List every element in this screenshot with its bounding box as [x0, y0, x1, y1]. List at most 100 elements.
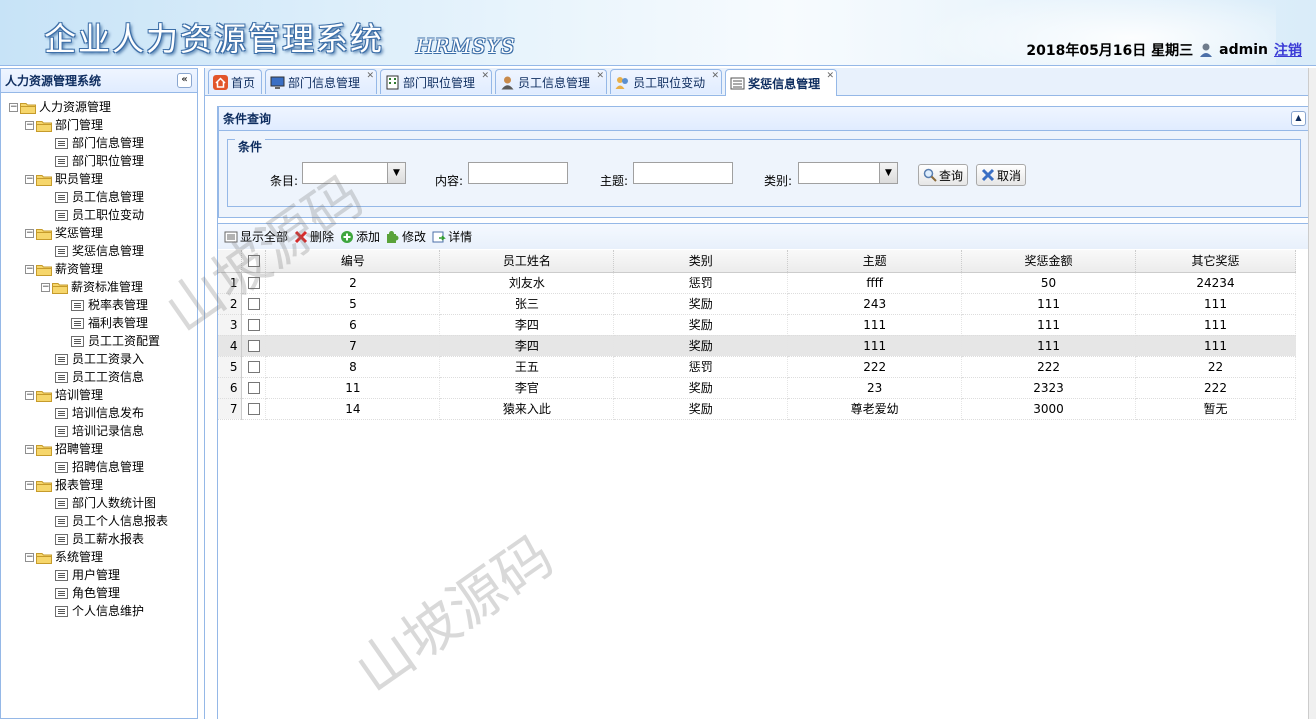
nav-tree-item[interactable]: 个人信息维护 [1, 602, 197, 620]
nav-tree-item[interactable]: − 报表管理 [1, 476, 197, 494]
nav-tree-item[interactable]: − 薪资标准管理 [1, 278, 197, 296]
condition-fieldset: 条件 条目: ▼ 内容: 主题: 类别: ▼ 查询 取消 [227, 138, 1301, 207]
nav-tree-item[interactable]: 部门人数统计图 [1, 494, 197, 512]
table-row[interactable]: 6 11 李官 奖励 23 2323 222 [218, 377, 1296, 399]
column-header[interactable]: 员工姓名 [439, 250, 615, 273]
content-input[interactable] [468, 162, 568, 184]
nav-tree-item[interactable]: − 系统管理 [1, 548, 197, 566]
row-checkbox[interactable] [247, 361, 260, 373]
tab-close-icon[interactable]: ✕ [366, 71, 374, 81]
nav-tree-item[interactable]: − 奖惩管理 [1, 224, 197, 242]
table-cell: 王五 [439, 356, 615, 378]
nav-tree-item[interactable]: 员工工资信息 [1, 368, 197, 386]
table-row[interactable]: 1 2 刘友水 惩罚 ffff 50 24234 [218, 272, 1296, 294]
nav-tree-item[interactable]: 培训记录信息 [1, 422, 197, 440]
tab-close-icon[interactable]: ✕ [482, 71, 490, 81]
tab-close-icon[interactable]: ✕ [597, 71, 605, 81]
tree-expand-toggle[interactable]: − [25, 264, 34, 274]
nav-tree-item[interactable]: 员工个人信息报表 [1, 512, 197, 530]
row-checkbox[interactable] [247, 277, 260, 289]
nav-tree-item[interactable]: 招聘信息管理 [1, 458, 197, 476]
nav-tree-item[interactable]: 奖惩信息管理 [1, 242, 197, 260]
column-header[interactable]: 类别 [613, 250, 789, 273]
nav-tree-item[interactable]: − 职员管理 [1, 170, 197, 188]
detail-button[interactable]: 详情 [432, 228, 472, 245]
tree-expand-toggle[interactable]: − [25, 120, 34, 130]
subject-input[interactable] [633, 162, 733, 184]
tree-expand-toggle[interactable]: − [25, 228, 34, 238]
tree-expand-toggle[interactable]: − [9, 102, 18, 112]
nav-tree-item-label: 职员管理 [55, 172, 104, 186]
show-all-button[interactable]: 显示全部 [224, 228, 288, 245]
column-header[interactable]: 主题 [787, 250, 963, 273]
tab-item[interactable]: 部门信息管理 ✕ [265, 69, 378, 94]
column-header[interactable]: 编号 [265, 250, 441, 273]
collapse-query-button[interactable]: ▲ [1291, 111, 1306, 126]
vertical-scrollbar[interactable] [1308, 68, 1316, 719]
logout-link[interactable]: 注销 [1274, 40, 1302, 60]
nav-tree-item[interactable]: 税率表管理 [1, 296, 197, 314]
tree-expand-toggle[interactable]: − [25, 552, 34, 562]
item-select[interactable]: ▼ [302, 162, 406, 184]
tab-close-icon[interactable]: ✕ [712, 71, 720, 81]
nav-tree-item[interactable]: − 人力资源管理 [1, 98, 197, 116]
nav-tree-item[interactable]: 福利表管理 [1, 314, 197, 332]
search-button[interactable]: 查询 [918, 164, 969, 186]
row-select-cell [241, 293, 267, 315]
delete-button[interactable]: 删除 [294, 228, 334, 245]
row-checkbox[interactable] [247, 382, 260, 394]
nav-tree-item[interactable]: 培训信息发布 [1, 404, 197, 422]
cancel-button[interactable]: 取消 [976, 164, 1027, 186]
table-cell: 222 [787, 356, 963, 378]
type-select[interactable]: ▼ [798, 162, 898, 184]
tab-label: 员工职位变动 [633, 75, 706, 90]
row-checkbox[interactable] [247, 319, 260, 331]
tab-item[interactable]: 奖惩信息管理 ✕ [725, 69, 838, 96]
column-header[interactable]: 奖惩金额 [961, 250, 1137, 273]
nav-tree-item[interactable]: 用户管理 [1, 566, 197, 584]
tree-expand-toggle[interactable]: − [41, 282, 50, 292]
tree-expand-toggle[interactable]: − [25, 174, 34, 184]
subject-label: 主题: [600, 174, 629, 188]
add-button[interactable]: 添加 [340, 228, 380, 245]
select-all-checkbox[interactable] [247, 255, 260, 268]
tree-expand-toggle[interactable]: − [25, 480, 34, 490]
tab-item[interactable]: 员工信息管理 ✕ [495, 69, 608, 94]
tab-item[interactable]: 员工职位变动 ✕ [610, 69, 723, 94]
nav-tree-item-label: 部门职位管理 [72, 154, 145, 168]
table-row[interactable]: 5 8 王五 惩罚 222 222 22 [218, 356, 1296, 378]
tab-home[interactable]: 首页 [208, 69, 263, 94]
tab-label: 奖惩信息管理 [748, 76, 821, 91]
row-checkbox[interactable] [247, 403, 260, 415]
column-header[interactable]: 其它奖惩 [1135, 250, 1296, 273]
row-checkbox[interactable] [247, 298, 260, 310]
nav-tree-item[interactable]: 员工职位变动 [1, 206, 197, 224]
nav-tree-item[interactable]: 角色管理 [1, 584, 197, 602]
nav-tree-item[interactable]: − 培训管理 [1, 386, 197, 404]
tab-item[interactable]: 部门职位管理 ✕ [380, 69, 493, 94]
collapse-nav-button[interactable]: « [177, 73, 192, 88]
table-cell: 惩罚 [613, 272, 789, 294]
table-row[interactable]: 3 6 李四 奖励 111 111 111 [218, 314, 1296, 336]
tree-expand-toggle[interactable]: − [25, 390, 34, 400]
nav-tree-item[interactable]: 部门职位管理 [1, 152, 197, 170]
grid-toolbar: 显示全部 删除 添加 修改 详情 [218, 223, 1312, 249]
edit-button[interactable]: 修改 [386, 228, 426, 245]
nav-tree-item[interactable]: 部门信息管理 [1, 134, 197, 152]
tab-close-icon[interactable]: ✕ [827, 71, 835, 81]
nav-tree-item[interactable]: − 招聘管理 [1, 440, 197, 458]
table-row[interactable]: 4 7 李四 奖励 111 111 111 [218, 335, 1296, 357]
row-checkbox[interactable] [247, 340, 260, 352]
nav-tree-item[interactable]: − 部门管理 [1, 116, 197, 134]
table-row[interactable]: 2 5 张三 奖励 243 111 111 [218, 293, 1296, 315]
nav-panel-header: 人力资源管理系统 « [1, 69, 197, 93]
nav-tree-item[interactable]: − 薪资管理 [1, 260, 197, 278]
folder-icon [36, 389, 52, 402]
nav-tree-item[interactable]: 员工工资录入 [1, 350, 197, 368]
table-row[interactable]: 7 14 猿来入此 奖励 尊老爱幼 3000 暂无 [218, 398, 1296, 420]
nav-tree-item[interactable]: 员工信息管理 [1, 188, 197, 206]
nav-tree-item[interactable]: 员工薪水报表 [1, 530, 197, 548]
page-icon [55, 425, 68, 437]
tree-expand-toggle[interactable]: − [25, 444, 34, 454]
nav-tree-item[interactable]: 员工工资配置 [1, 332, 197, 350]
